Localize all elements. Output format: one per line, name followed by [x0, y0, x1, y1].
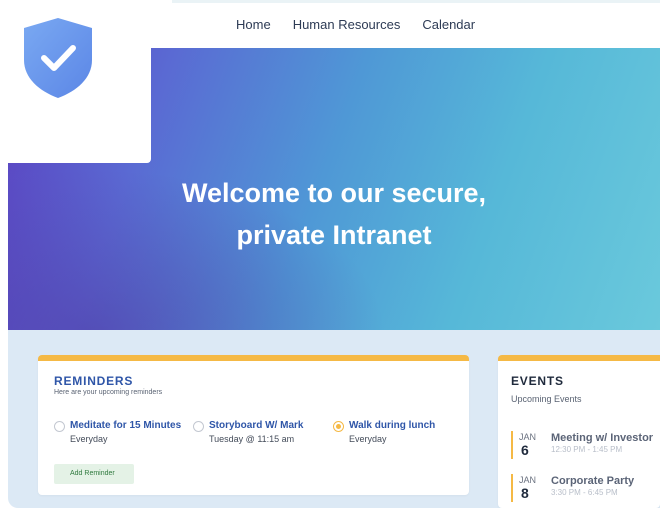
- reminder-schedule: Everyday: [70, 434, 108, 444]
- reminder-title: Walk during lunch: [349, 420, 436, 431]
- event-title: Corporate Party: [551, 475, 635, 487]
- event-month: JAN: [519, 475, 537, 485]
- reminder-radio[interactable]: [54, 421, 65, 432]
- shield-check-icon: [24, 18, 92, 98]
- event-day: 6: [521, 442, 529, 458]
- reminders-card: REMINDERS Here are your upcoming reminde…: [38, 355, 469, 495]
- event-accent-bar: [511, 474, 513, 502]
- nav-human-resources[interactable]: Human Resources: [293, 17, 401, 32]
- events-subtitle: Upcoming Events: [511, 394, 582, 404]
- event-item[interactable]: JAN 6 Meeting w/ Investor 12:30 PM - 1:4…: [511, 431, 660, 459]
- hero-title-line-1: Welcome to our secure,: [181, 178, 487, 208]
- reminders-title: REMINDERS: [54, 374, 134, 388]
- event-month: JAN: [519, 432, 537, 442]
- reminder-radio-checked[interactable]: [333, 421, 344, 432]
- hero-title: Welcome to our secure, private Intranet: [8, 172, 660, 256]
- add-reminder-button[interactable]: Add Reminder: [54, 464, 134, 484]
- reminder-schedule: Everyday: [349, 434, 387, 444]
- main-nav: Home Human Resources Calendar: [236, 17, 475, 32]
- reminders-subtitle: Here are your upcoming reminders: [54, 389, 163, 396]
- event-title: Meeting w/ Investor: [551, 432, 654, 444]
- events-title: EVENTS: [511, 374, 564, 388]
- event-item[interactable]: JAN 8 Corporate Party 3:30 PM - 6:45 PM: [511, 474, 660, 502]
- logo-container[interactable]: [0, 0, 151, 163]
- reminder-radio[interactable]: [193, 421, 204, 432]
- event-time: 3:30 PM - 6:45 PM: [551, 488, 618, 497]
- event-day: 8: [521, 485, 529, 501]
- nav-home[interactable]: Home: [236, 17, 271, 32]
- reminder-schedule: Tuesday @ 11:15 am: [209, 434, 295, 444]
- event-accent-bar: [511, 431, 513, 459]
- nav-calendar[interactable]: Calendar: [422, 17, 475, 32]
- reminder-title: Storyboard W/ Mark: [209, 420, 304, 431]
- hero-title-line-2: private Intranet: [236, 220, 432, 250]
- event-time: 12:30 PM - 1:45 PM: [551, 445, 623, 454]
- reminder-title: Meditate for 15 Minutes: [70, 420, 182, 431]
- events-card: EVENTS Upcoming Events JAN 6 Meeting w/ …: [498, 355, 660, 508]
